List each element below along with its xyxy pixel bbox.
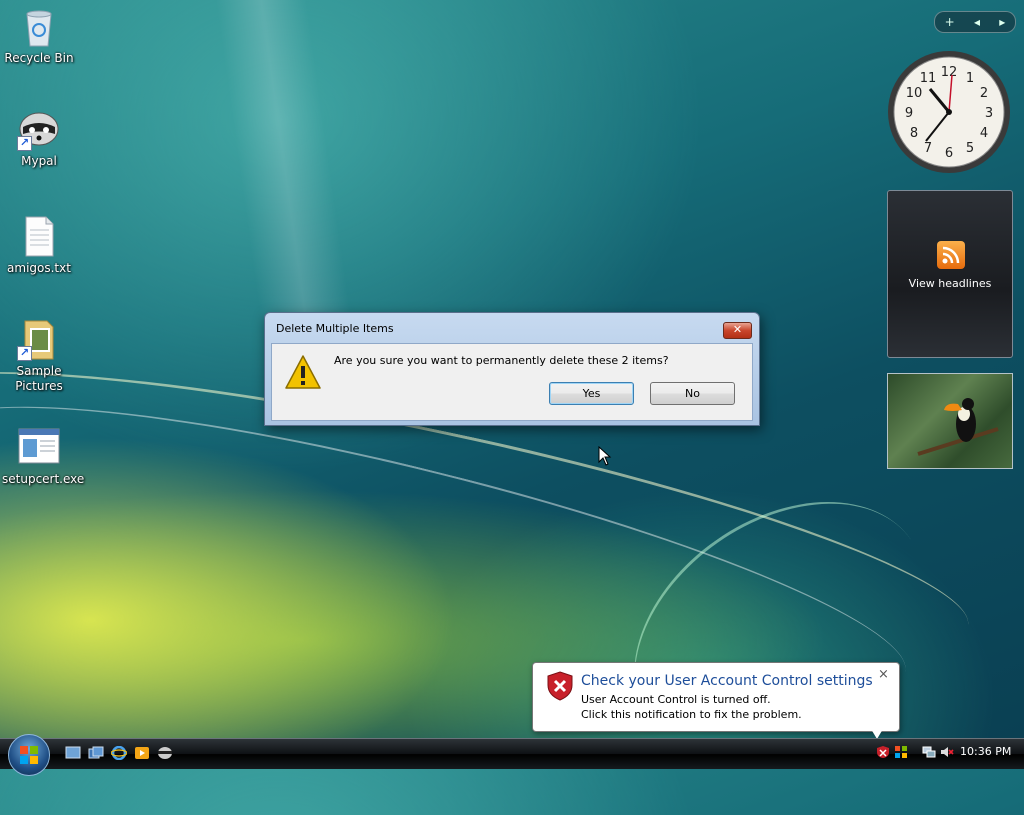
slideshow-gadget[interactable] <box>887 373 1013 469</box>
add-gadget-button[interactable]: + <box>945 15 955 29</box>
toucan-photo <box>917 398 999 456</box>
dialog-message: Are you sure you want to permanently del… <box>334 354 669 367</box>
clock-number: 4 <box>980 126 988 141</box>
taskbar-clock[interactable]: 10:36 PM <box>960 745 1011 758</box>
clock-number: 5 <box>966 141 974 156</box>
view-headlines-link[interactable]: View headlines <box>888 277 1012 290</box>
windows-security-icon[interactable] <box>894 745 908 759</box>
shortcut-arrow-icon: ↗ <box>17 136 32 151</box>
notification-close-button[interactable]: × <box>878 667 889 682</box>
clock-number: 11 <box>920 71 937 86</box>
start-button[interactable] <box>8 734 50 776</box>
clock-number: 3 <box>985 106 993 121</box>
volume-muted-icon[interactable] <box>940 745 954 759</box>
desktop-icon-recycle-bin[interactable]: Recycle Bin <box>2 4 76 66</box>
feed-headlines-gadget[interactable]: View headlines <box>887 190 1013 358</box>
text-file-icon <box>17 214 61 258</box>
desktop-icon-label: Mypal <box>21 154 57 168</box>
clock-gadget[interactable]: 12 1 2 3 4 5 6 7 8 9 10 11 <box>886 49 1012 175</box>
media-player-icon[interactable] <box>134 746 150 760</box>
mypal-icon: ↗ <box>17 107 61 151</box>
windows-logo-icon <box>20 746 38 764</box>
recycle-bin-icon <box>17 4 61 48</box>
network-icon[interactable] <box>922 745 936 759</box>
mypal-quicklaunch-icon[interactable] <box>157 746 173 760</box>
clock-number: 10 <box>906 86 923 101</box>
clock-number: 1 <box>966 71 974 86</box>
dialog-body: Are you sure you want to permanently del… <box>271 343 753 421</box>
desktop-icon-label: Recycle Bin <box>4 51 74 65</box>
yes-button[interactable]: Yes <box>549 382 634 405</box>
prev-gadget-page-button[interactable]: ◂ <box>974 15 980 29</box>
no-button[interactable]: No <box>650 382 735 405</box>
exe-icon <box>17 425 61 469</box>
switch-windows-icon[interactable] <box>88 746 104 760</box>
desktop-icon-label: setupcert.exe <box>2 472 85 486</box>
desktop-icon-label: amigos.txt <box>7 261 71 275</box>
internet-explorer-icon[interactable] <box>110 745 128 761</box>
clock-face: 12 1 2 3 4 5 6 7 8 9 10 11 <box>888 51 1010 173</box>
dialog-close-button[interactable]: ✕ <box>723 322 752 339</box>
desktop-icon-amigos-txt[interactable]: amigos.txt <box>2 214 76 276</box>
clock-number: 7 <box>924 141 932 156</box>
clock-number: 2 <box>980 86 988 101</box>
notification-title: Check your User Account Control settings <box>581 673 873 689</box>
clock-number: 12 <box>941 65 958 80</box>
clock-number: 6 <box>945 146 953 161</box>
gadget-toolbar: + ◂ ▸ <box>934 11 1016 33</box>
notification-line: User Account Control is turned off. <box>581 693 771 706</box>
shortcut-arrow-icon: ↗ <box>17 346 32 361</box>
show-desktop-icon[interactable] <box>65 746 81 760</box>
next-gadget-page-button[interactable]: ▸ <box>999 15 1005 29</box>
rss-feed-icon <box>937 241 965 269</box>
desktop-icon-setupcert-exe[interactable]: setupcert.exe <box>2 425 85 487</box>
notification-line: Click this notification to fix the probl… <box>581 708 802 721</box>
dialog-title: Delete Multiple Items <box>276 322 394 335</box>
uac-notification-balloon[interactable]: Check your User Account Control settings… <box>532 662 900 739</box>
desktop-icon-mypal[interactable]: ↗ Mypal <box>2 107 76 169</box>
clock-number: 8 <box>910 126 918 141</box>
warning-icon <box>284 354 322 390</box>
mouse-pointer-icon <box>598 445 612 469</box>
uac-shield-icon <box>547 671 573 701</box>
folder-icon: ↗ <box>17 317 61 361</box>
clock-number: 9 <box>905 106 913 121</box>
desktop-icon-label: Sample Pictures <box>15 364 63 393</box>
action-center-alert-icon[interactable] <box>876 745 890 759</box>
desktop-icon-sample-pictures[interactable]: ↗ Sample Pictures <box>2 317 76 394</box>
taskbar <box>0 738 1024 769</box>
delete-multiple-items-dialog: Delete Multiple Items ✕ Are you sure you… <box>264 312 760 426</box>
